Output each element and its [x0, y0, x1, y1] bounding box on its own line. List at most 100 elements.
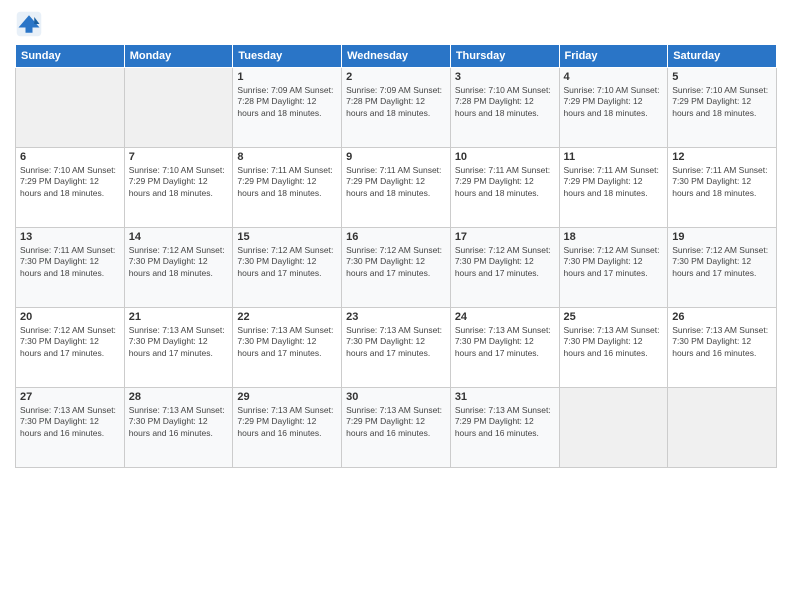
calendar-cell: 2 Sunrise: 7:09 AM Sunset: 7:28 PM Daylig…: [342, 68, 451, 148]
calendar-cell: 31 Sunrise: 7:13 AM Sunset: 7:29 PM Dayli…: [450, 388, 559, 468]
calendar-cell: 11 Sunrise: 7:11 AM Sunset: 7:29 PM Dayli…: [559, 148, 668, 228]
calendar-cell: 9 Sunrise: 7:11 AM Sunset: 7:29 PM Daylig…: [342, 148, 451, 228]
day-number: 11: [564, 151, 664, 163]
calendar-cell: 24 Sunrise: 7:13 AM Sunset: 7:30 PM Dayli…: [450, 308, 559, 388]
calendar-cell: 8 Sunrise: 7:11 AM Sunset: 7:29 PM Daylig…: [233, 148, 342, 228]
day-number: 26: [672, 311, 772, 323]
calendar-cell: 20 Sunrise: 7:12 AM Sunset: 7:30 PM Dayli…: [16, 308, 125, 388]
day-number: 15: [237, 231, 337, 243]
day-info: Sunrise: 7:12 AM Sunset: 7:30 PM Dayligh…: [129, 245, 229, 279]
day-number: 24: [455, 311, 555, 323]
calendar-cell: [559, 388, 668, 468]
day-header-saturday: Saturday: [668, 45, 777, 68]
day-number: 9: [346, 151, 446, 163]
day-info: Sunrise: 7:10 AM Sunset: 7:29 PM Dayligh…: [564, 85, 664, 119]
day-info: Sunrise: 7:13 AM Sunset: 7:29 PM Dayligh…: [237, 405, 337, 439]
logo: [15, 10, 47, 38]
week-row-5: 27 Sunrise: 7:13 AM Sunset: 7:30 PM Dayli…: [16, 388, 777, 468]
day-number: 3: [455, 71, 555, 83]
day-number: 2: [346, 71, 446, 83]
day-number: 21: [129, 311, 229, 323]
day-number: 10: [455, 151, 555, 163]
day-number: 19: [672, 231, 772, 243]
calendar-cell: 27 Sunrise: 7:13 AM Sunset: 7:30 PM Dayli…: [16, 388, 125, 468]
calendar-cell: 6 Sunrise: 7:10 AM Sunset: 7:29 PM Daylig…: [16, 148, 125, 228]
calendar-cell: 18 Sunrise: 7:12 AM Sunset: 7:30 PM Dayli…: [559, 228, 668, 308]
day-info: Sunrise: 7:13 AM Sunset: 7:30 PM Dayligh…: [346, 325, 446, 359]
day-info: Sunrise: 7:10 AM Sunset: 7:29 PM Dayligh…: [129, 165, 229, 199]
day-info: Sunrise: 7:11 AM Sunset: 7:30 PM Dayligh…: [20, 245, 120, 279]
day-number: 20: [20, 311, 120, 323]
logo-icon: [15, 10, 43, 38]
day-number: 4: [564, 71, 664, 83]
calendar-cell: 10 Sunrise: 7:11 AM Sunset: 7:29 PM Dayli…: [450, 148, 559, 228]
day-header-thursday: Thursday: [450, 45, 559, 68]
day-info: Sunrise: 7:10 AM Sunset: 7:29 PM Dayligh…: [672, 85, 772, 119]
day-info: Sunrise: 7:13 AM Sunset: 7:30 PM Dayligh…: [129, 325, 229, 359]
day-number: 14: [129, 231, 229, 243]
calendar-cell: 13 Sunrise: 7:11 AM Sunset: 7:30 PM Dayli…: [16, 228, 125, 308]
day-info: Sunrise: 7:13 AM Sunset: 7:30 PM Dayligh…: [564, 325, 664, 359]
calendar-cell: 1Sunrise: 7:09 AM Sunset: 7:28 PM Daylig…: [233, 68, 342, 148]
day-number: 6: [20, 151, 120, 163]
day-number: 18: [564, 231, 664, 243]
day-number: 28: [129, 391, 229, 403]
day-number: 31: [455, 391, 555, 403]
day-info: Sunrise: 7:12 AM Sunset: 7:30 PM Dayligh…: [564, 245, 664, 279]
day-info: Sunrise: 7:12 AM Sunset: 7:30 PM Dayligh…: [455, 245, 555, 279]
day-info: Sunrise: 7:13 AM Sunset: 7:30 PM Dayligh…: [672, 325, 772, 359]
day-info: Sunrise: 7:10 AM Sunset: 7:29 PM Dayligh…: [20, 165, 120, 199]
day-info: Sunrise: 7:09 AM Sunset: 7:28 PM Dayligh…: [346, 85, 446, 119]
day-info: Sunrise: 7:13 AM Sunset: 7:30 PM Dayligh…: [237, 325, 337, 359]
calendar-cell: 22Sunrise: 7:13 AM Sunset: 7:30 PM Dayli…: [233, 308, 342, 388]
day-info: Sunrise: 7:13 AM Sunset: 7:29 PM Dayligh…: [346, 405, 446, 439]
calendar-cell: 12 Sunrise: 7:11 AM Sunset: 7:30 PM Dayli…: [668, 148, 777, 228]
day-number: 13: [20, 231, 120, 243]
day-info: Sunrise: 7:13 AM Sunset: 7:30 PM Dayligh…: [20, 405, 120, 439]
day-info: Sunrise: 7:11 AM Sunset: 7:29 PM Dayligh…: [564, 165, 664, 199]
calendar-cell: 19 Sunrise: 7:12 AM Sunset: 7:30 PM Dayli…: [668, 228, 777, 308]
day-info: Sunrise: 7:11 AM Sunset: 7:29 PM Dayligh…: [237, 165, 337, 199]
week-row-3: 13 Sunrise: 7:11 AM Sunset: 7:30 PM Dayli…: [16, 228, 777, 308]
day-header-monday: Monday: [124, 45, 233, 68]
day-info: Sunrise: 7:12 AM Sunset: 7:30 PM Dayligh…: [672, 245, 772, 279]
page: SundayMondayTuesdayWednesdayThursdayFrid…: [0, 0, 792, 612]
day-number: 23: [346, 311, 446, 323]
calendar-cell: 15 Sunrise: 7:12 AM Sunset: 7:30 PM Dayli…: [233, 228, 342, 308]
day-info: Sunrise: 7:13 AM Sunset: 7:30 PM Dayligh…: [455, 325, 555, 359]
day-number: 29: [237, 391, 337, 403]
calendar-cell: 3 Sunrise: 7:10 AM Sunset: 7:28 PM Daylig…: [450, 68, 559, 148]
day-header-sunday: Sunday: [16, 45, 125, 68]
day-info: Sunrise: 7:11 AM Sunset: 7:30 PM Dayligh…: [672, 165, 772, 199]
calendar-cell: 5 Sunrise: 7:10 AM Sunset: 7:29 PM Daylig…: [668, 68, 777, 148]
day-number: 16: [346, 231, 446, 243]
day-header-tuesday: Tuesday: [233, 45, 342, 68]
day-number: 5: [672, 71, 772, 83]
calendar-cell: 30 Sunrise: 7:13 AM Sunset: 7:29 PM Dayli…: [342, 388, 451, 468]
header-row: SundayMondayTuesdayWednesdayThursdayFrid…: [16, 45, 777, 68]
day-info: Sunrise: 7:12 AM Sunset: 7:30 PM Dayligh…: [237, 245, 337, 279]
day-info: Sunrise: 7:11 AM Sunset: 7:29 PM Dayligh…: [455, 165, 555, 199]
day-info: Sunrise: 7:12 AM Sunset: 7:30 PM Dayligh…: [20, 325, 120, 359]
calendar-cell: 21 Sunrise: 7:13 AM Sunset: 7:30 PM Dayli…: [124, 308, 233, 388]
day-number: 8: [237, 151, 337, 163]
day-number: 12: [672, 151, 772, 163]
day-number: 17: [455, 231, 555, 243]
calendar-cell: 16Sunrise: 7:12 AM Sunset: 7:30 PM Dayli…: [342, 228, 451, 308]
day-header-wednesday: Wednesday: [342, 45, 451, 68]
day-number: 30: [346, 391, 446, 403]
calendar-cell: [16, 68, 125, 148]
calendar-cell: 23 Sunrise: 7:13 AM Sunset: 7:30 PM Dayli…: [342, 308, 451, 388]
day-info: Sunrise: 7:13 AM Sunset: 7:29 PM Dayligh…: [455, 405, 555, 439]
calendar-cell: 17 Sunrise: 7:12 AM Sunset: 7:30 PM Dayli…: [450, 228, 559, 308]
calendar-cell: 14 Sunrise: 7:12 AM Sunset: 7:30 PM Dayli…: [124, 228, 233, 308]
calendar-cell: 26 Sunrise: 7:13 AM Sunset: 7:30 PM Dayli…: [668, 308, 777, 388]
header: [15, 10, 777, 38]
day-header-friday: Friday: [559, 45, 668, 68]
calendar-cell: 28Sunrise: 7:13 AM Sunset: 7:30 PM Dayli…: [124, 388, 233, 468]
day-info: Sunrise: 7:11 AM Sunset: 7:29 PM Dayligh…: [346, 165, 446, 199]
day-number: 27: [20, 391, 120, 403]
calendar-table: SundayMondayTuesdayWednesdayThursdayFrid…: [15, 44, 777, 468]
calendar-cell: 4 Sunrise: 7:10 AM Sunset: 7:29 PM Daylig…: [559, 68, 668, 148]
day-info: Sunrise: 7:10 AM Sunset: 7:28 PM Dayligh…: [455, 85, 555, 119]
